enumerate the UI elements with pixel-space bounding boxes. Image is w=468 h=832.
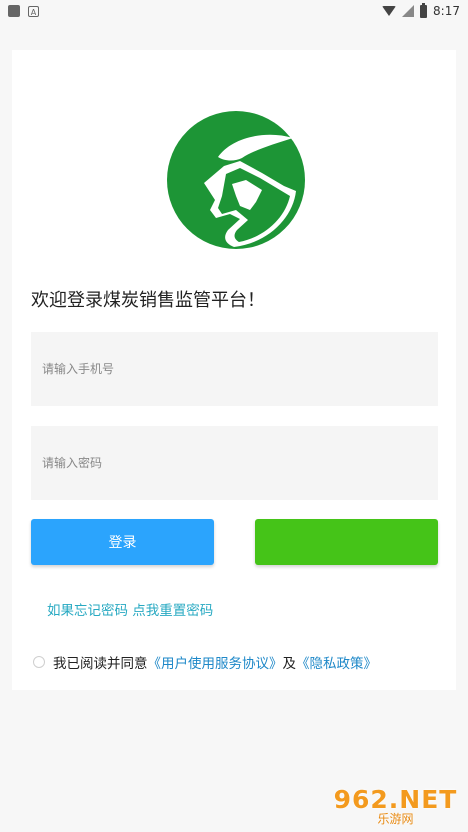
privacy-link[interactable]: 《隐私政策》: [296, 652, 377, 672]
status-bar: A 8:17: [0, 0, 468, 22]
agreement-prefix: 我已阅读并同意: [53, 656, 148, 672]
status-time: 8:17: [433, 4, 460, 18]
agreement-row: 我已阅读并同意 《用户使用服务协议》 及 《隐私政策》: [33, 652, 377, 672]
login-button[interactable]: 登录: [31, 519, 214, 565]
green-leaf-mountain-logo: [167, 111, 305, 249]
agreement-joiner: 及: [282, 656, 297, 672]
no-signal-icon: [402, 5, 415, 17]
app-a-icon: A: [28, 5, 39, 17]
battery-icon: [420, 2, 428, 18]
agreement-checkbox[interactable]: [33, 656, 45, 668]
secondary-action-button[interactable]: [255, 519, 438, 565]
status-right: 8:17: [382, 2, 460, 18]
phone-field-box: [31, 332, 438, 406]
reset-password-link[interactable]: 如果忘记密码 点我重置密码: [47, 599, 213, 619]
phone-input[interactable]: [40, 361, 438, 377]
password-input[interactable]: [40, 455, 438, 471]
site-watermark: 962.NET 乐游网: [333, 786, 458, 826]
wifi-icon: [382, 6, 397, 16]
login-card: 欢迎登录煤炭销售监管平台！ 登录 如果忘记密码 点我重置密码 我已阅读并同意 《…: [12, 50, 456, 690]
password-field-box: [31, 426, 438, 500]
status-left: A: [8, 5, 39, 17]
welcome-heading: 欢迎登录煤炭销售监管平台！: [31, 290, 265, 311]
notification-square-icon: [8, 5, 20, 17]
watermark-main: 962.NET: [333, 784, 458, 814]
watermark-sub: 乐游网: [377, 811, 414, 826]
terms-link[interactable]: 《用户使用服务协议》: [148, 652, 283, 672]
